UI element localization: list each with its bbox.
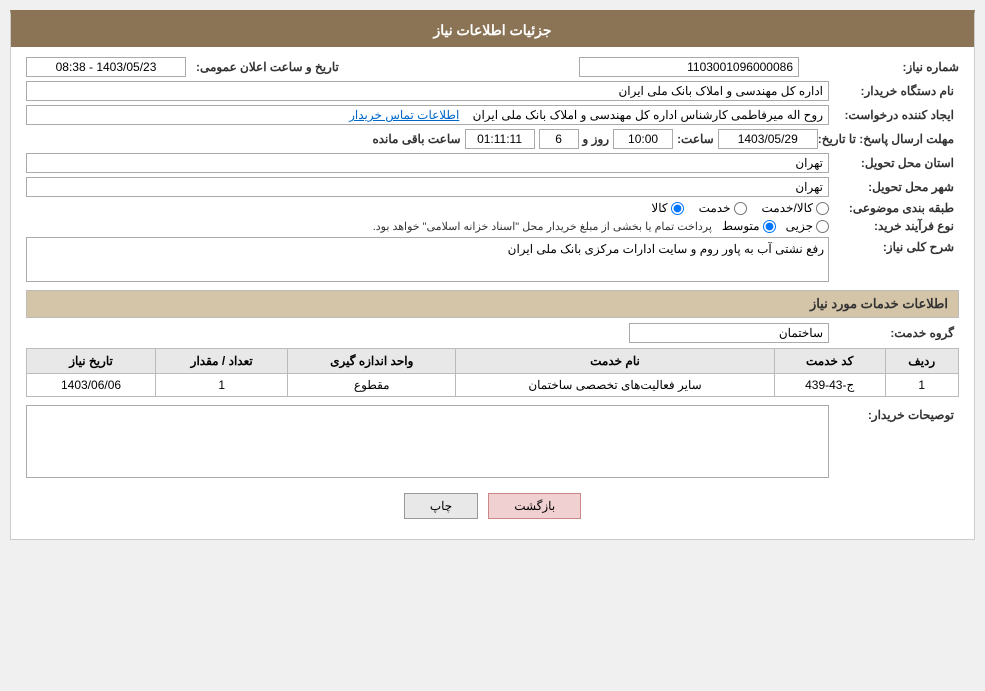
deadline-time: 10:00 bbox=[613, 129, 673, 149]
deadline-time-label: ساعت: bbox=[677, 132, 714, 146]
need-desc-value: رفع نشتی آب به پاور روم و سایت ادارات مر… bbox=[508, 242, 824, 256]
creator-label: ایجاد کننده درخواست: bbox=[829, 108, 959, 122]
creator-value: روح اله میرفاطمی کارشناس اداره کل مهندسی… bbox=[26, 105, 829, 125]
service-group-value: ساختمان bbox=[629, 323, 829, 343]
category-label: طبقه بندی موضوعی: bbox=[829, 201, 959, 215]
col-date: تاریخ نیاز bbox=[27, 349, 156, 374]
buyer-desc-input[interactable] bbox=[31, 410, 824, 470]
back-button[interactable]: بازگشت bbox=[488, 493, 581, 519]
org-name-label: نام دستگاه خریدار: bbox=[829, 84, 959, 98]
col-service-name: نام خدمت bbox=[456, 349, 775, 374]
remaining-label: ساعت باقی مانده bbox=[372, 132, 460, 146]
city-value: تهران bbox=[26, 177, 829, 197]
deadline-date: 1403/05/29 bbox=[718, 129, 818, 149]
city-label: شهر محل تحویل: bbox=[829, 180, 959, 194]
purchase-jazei-option[interactable]: جزیی bbox=[786, 219, 829, 233]
deadline-day: 6 bbox=[539, 129, 579, 149]
province-label: استان محل تحویل: bbox=[829, 156, 959, 170]
print-button[interactable]: چاپ bbox=[404, 493, 478, 519]
org-name-value: اداره کل مهندسی و املاک بانک ملی ایران bbox=[26, 81, 829, 101]
cell-quantity: 1 bbox=[156, 374, 288, 397]
col-row-num: ردیف bbox=[885, 349, 958, 374]
col-unit: واحد اندازه گیری bbox=[288, 349, 456, 374]
category-khedmat-option[interactable]: خدمت bbox=[699, 201, 747, 215]
category-kala-option[interactable]: کالا bbox=[651, 201, 683, 215]
cell-unit: مقطوع bbox=[288, 374, 456, 397]
services-section-title: اطلاعات خدمات مورد نیاز bbox=[26, 290, 959, 318]
cell-date: 1403/06/06 bbox=[27, 374, 156, 397]
announcement-value: 1403/05/23 - 08:38 bbox=[26, 57, 186, 77]
remaining-time: 01:11:11 bbox=[465, 129, 535, 149]
page-header: جزئیات اطلاعات نیاز bbox=[11, 14, 974, 47]
purchase-desc: پرداخت تمام یا بخشی از مبلغ خریدار محل "… bbox=[373, 220, 712, 233]
deadline-label: مهلت ارسال پاسخ: تا تاریخ: bbox=[818, 132, 959, 146]
cell-service_code: ج-43-439 bbox=[774, 374, 885, 397]
table-row: 1ج-43-439سایر فعالیت‌های تخصصی ساختمانمق… bbox=[27, 374, 959, 397]
page-title: جزئیات اطلاعات نیاز bbox=[433, 22, 551, 38]
cell-row_num: 1 bbox=[885, 374, 958, 397]
creator-contact-link[interactable]: اطلاعات تماس خریدار bbox=[349, 108, 459, 122]
purchase-label: نوع فرآیند خرید: bbox=[829, 219, 959, 233]
need-number-value: 1103001096000086 bbox=[579, 57, 799, 77]
col-quantity: تعداد / مقدار bbox=[156, 349, 288, 374]
col-service-code: کد خدمت bbox=[774, 349, 885, 374]
announcement-label: تاریخ و ساعت اعلان عمومی: bbox=[191, 60, 339, 74]
service-group-label: گروه خدمت: bbox=[829, 326, 959, 340]
purchase-motevaset-option[interactable]: متوسط bbox=[722, 219, 776, 233]
province-value: تهران bbox=[26, 153, 829, 173]
buyer-desc-label: توصیحات خریدار: bbox=[829, 405, 959, 422]
cell-service_name: سایر فعالیت‌های تخصصی ساختمان bbox=[456, 374, 775, 397]
services-table: ردیف کد خدمت نام خدمت واحد اندازه گیری ت… bbox=[26, 348, 959, 397]
need-desc-label: شرح کلی نیاز: bbox=[829, 237, 959, 254]
deadline-day-label: روز و bbox=[583, 132, 610, 146]
category-kala-khedmat-option[interactable]: کالا/خدمت bbox=[762, 201, 829, 215]
need-number-label: شماره نیاز: bbox=[804, 60, 959, 74]
